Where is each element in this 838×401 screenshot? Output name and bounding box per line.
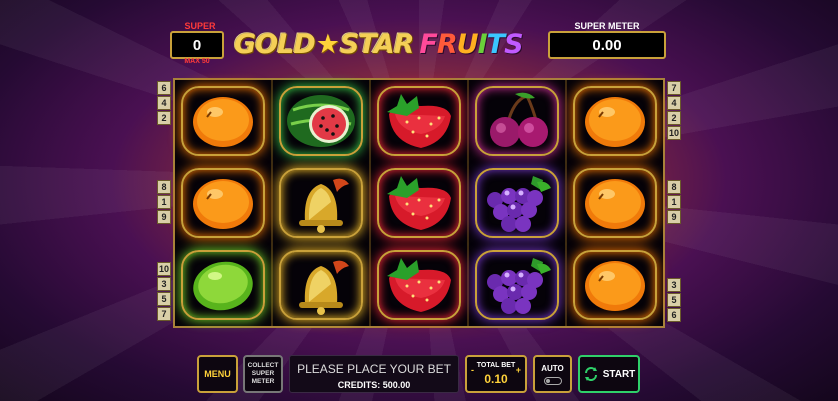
payline-number: 2 (667, 111, 681, 125)
orange-icon (573, 86, 657, 156)
logo-fruits-letter: F (419, 28, 437, 60)
lime-icon (181, 250, 265, 320)
reel-cell (371, 244, 467, 326)
orange-icon (181, 168, 265, 238)
collect-label-line: SUPER (251, 370, 275, 377)
autoplay-label: AUTO (541, 363, 564, 373)
total-bet-label: TOTAL BET (476, 362, 516, 369)
reel-cell (371, 162, 467, 244)
payline-number: 4 (667, 96, 681, 110)
payline-group-left-mid: 819 (157, 180, 171, 224)
strawberry-icon (377, 86, 461, 156)
payline-group-right-top: 7 4 2 10 (667, 81, 681, 140)
payline-number: 3 (667, 278, 681, 292)
orange-icon (573, 250, 657, 320)
reel-1 (175, 80, 273, 326)
payline-number: 3 (157, 277, 171, 291)
orange-icon (181, 86, 265, 156)
watermelon-icon (279, 86, 363, 156)
reel-cell (567, 80, 663, 162)
payline-group-left-top: 642 (157, 81, 171, 125)
payline-number: 8 (157, 180, 171, 194)
reel-cell (175, 162, 271, 244)
game-logo: GOLD ★ STAR FRUITS (234, 27, 524, 61)
message-panel: PLEASE PLACE YOUR BET CREDITS: 500.00 (289, 355, 459, 393)
grapes-icon (475, 250, 559, 320)
credits-display: CREDITS: 500.00 (337, 380, 411, 390)
start-label: START (602, 368, 636, 380)
payline-number: 6 (157, 81, 171, 95)
bet-decrease-button[interactable]: - (471, 365, 474, 375)
reel-cell (469, 162, 565, 244)
cherries-icon (475, 86, 559, 156)
bell-icon (279, 168, 363, 238)
reel-cell (567, 244, 663, 326)
reel-cell (371, 80, 467, 162)
collect-label-line: COLLECT (247, 362, 279, 369)
payline-group-right-mid: 819 (667, 180, 681, 224)
payline-number: 2 (157, 111, 171, 125)
logo-fruits-letter: I (477, 28, 488, 60)
logo-fruits-letter: S (504, 28, 523, 60)
payline-number: 6 (667, 308, 681, 322)
reel-cell (273, 244, 369, 326)
bet-increase-button[interactable]: + (516, 365, 521, 375)
logo-gold-text: GOLD (234, 28, 316, 60)
total-bet-value: 0.10 (484, 372, 508, 386)
reel-grid (173, 78, 665, 328)
super-spins-max-label: MAX 50 (184, 58, 210, 65)
super-meter-label: SUPER METER (574, 21, 640, 31)
payline-number: 9 (667, 210, 681, 224)
strawberry-icon (377, 168, 461, 238)
grapes-icon (475, 168, 559, 238)
payline-number: 10 (667, 126, 681, 140)
start-button[interactable]: START (578, 355, 640, 393)
payline-number: 5 (157, 292, 171, 306)
reel-5 (567, 80, 663, 326)
total-bet-control: - + TOTAL BET 0.10 (465, 355, 527, 393)
reel-cell (175, 80, 271, 162)
logo-star-text: STAR (339, 28, 414, 60)
payline-number: 7 (667, 81, 681, 95)
reel-cell (567, 162, 663, 244)
payline-number: 8 (667, 180, 681, 194)
payline-group-left-bottom: 10 3 5 7 (157, 262, 171, 321)
reel-cell (273, 162, 369, 244)
payline-group-right-bottom: 356 (667, 278, 681, 322)
reel-3 (371, 80, 469, 326)
collect-super-meter-button[interactable]: COLLECT SUPER METER (243, 355, 283, 393)
reel-cell (175, 244, 271, 326)
reel-cell (469, 80, 565, 162)
payline-number: 10 (157, 262, 171, 276)
autoplay-toggle[interactable] (543, 376, 562, 385)
payline-number: 7 (157, 307, 171, 321)
payline-number: 9 (157, 210, 171, 224)
reel-4 (469, 80, 567, 326)
payline-number: 1 (157, 195, 171, 209)
payline-number: 5 (667, 293, 681, 307)
logo-fruits-text: FRUITS (419, 28, 523, 60)
spin-arrows-icon (584, 367, 597, 381)
menu-button[interactable]: MENU (197, 355, 238, 393)
reel-cell (273, 80, 369, 162)
payline-number: 4 (157, 96, 171, 110)
autoplay-button[interactable]: AUTO (533, 355, 572, 393)
reel-cell (469, 244, 565, 326)
logo-fruits-letter: U (456, 28, 479, 60)
strawberry-icon (377, 250, 461, 320)
status-message: PLEASE PLACE YOUR BET (297, 362, 451, 376)
logo-star-icon: ★ (315, 28, 340, 60)
logo-fruits-letter: R (436, 28, 458, 60)
payline-number: 1 (667, 195, 681, 209)
reel-2 (273, 80, 371, 326)
logo-fruits-letter: T (486, 28, 505, 60)
super-spins-counter: 0 (170, 31, 224, 59)
orange-icon (573, 168, 657, 238)
super-meter-value: 0.00 (548, 31, 666, 59)
collect-label-line: METER (251, 378, 275, 385)
bell-icon (279, 250, 363, 320)
